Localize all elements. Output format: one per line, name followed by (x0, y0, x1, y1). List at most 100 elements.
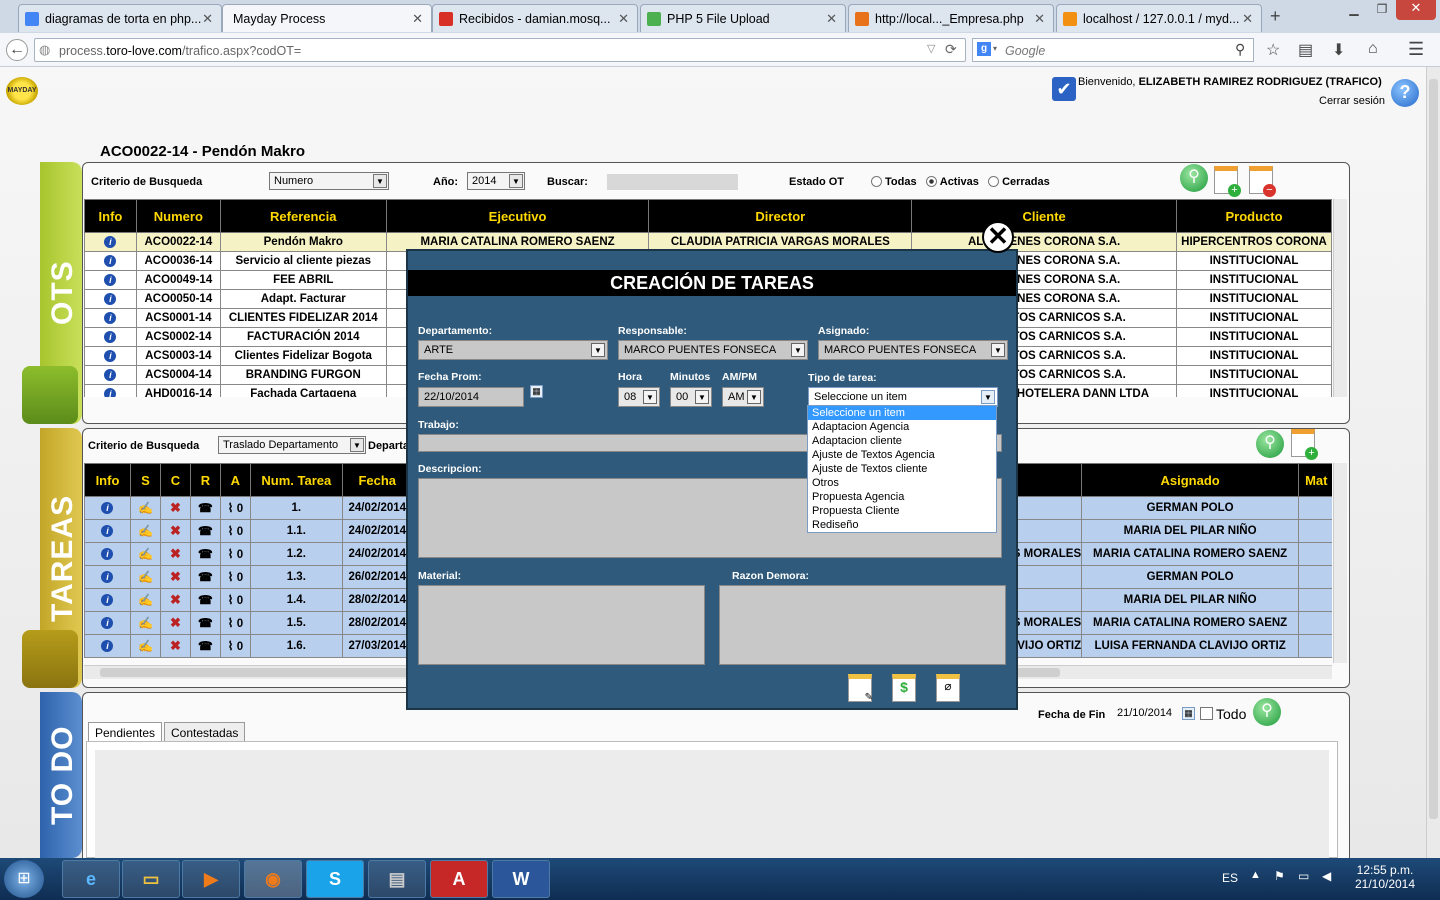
col-header[interactable]: Asignado (1081, 463, 1300, 497)
anio-select[interactable]: 2014 ▼ (467, 172, 525, 190)
info-icon[interactable]: i (101, 502, 114, 514)
col-header[interactable]: Producto (1176, 199, 1332, 233)
dropdown-option[interactable]: Adaptacion Agencia (808, 420, 996, 434)
dropdown-option[interactable]: Propuesta Agencia (808, 490, 996, 504)
ots-scrollbar[interactable] (1333, 199, 1347, 397)
info-icon[interactable]: i (104, 293, 117, 305)
download-icon[interactable]: ⬇ (1332, 40, 1345, 60)
paperclip-icon[interactable]: ⌇ (228, 547, 234, 561)
reload-icon[interactable]: ⟳ (945, 41, 957, 58)
close-tab-icon[interactable]: ✕ (202, 11, 213, 27)
media-player-icon[interactable]: ▶ (182, 860, 240, 898)
side-tab-todo[interactable]: TO DO (40, 692, 82, 858)
browser-tab[interactable]: http://local..._Empresa.php ✕ (848, 4, 1054, 32)
dropdown-option[interactable]: Rediseño (808, 518, 996, 532)
todo-checkbox[interactable] (1200, 707, 1213, 720)
paperclip-icon[interactable]: ⌇ (228, 616, 234, 630)
delete-icon[interactable]: ✖ (170, 523, 181, 538)
cost-icon[interactable]: $ (892, 674, 916, 702)
info-icon[interactable]: i (101, 571, 114, 583)
dropdown-option[interactable]: Seleccione un item (808, 406, 996, 420)
close-tab-icon[interactable]: ✕ (618, 11, 629, 27)
reassign-icon[interactable]: ☎ (198, 639, 213, 653)
tipo-select[interactable]: Seleccione un item ▼ (808, 387, 998, 407)
asignado-select[interactable]: MARCO PUENTES FONSECA ▼ (818, 340, 1008, 360)
ampm-select[interactable]: AM ▼ (722, 387, 764, 407)
search-button[interactable]: ⚲ (1253, 698, 1281, 726)
reassign-icon[interactable]: ☎ (198, 524, 213, 538)
back-arrow-icon[interactable]: ← (6, 39, 28, 61)
close-modal-button[interactable]: ✕ (982, 221, 1014, 253)
dropdown-option[interactable]: Ajuste de Textos Agencia (808, 448, 996, 462)
paperclip-icon[interactable]: ⌇ (228, 593, 234, 607)
remove-ot-icon[interactable]: − (1249, 166, 1276, 197)
start-button-icon[interactable]: ⊞ (4, 860, 44, 898)
reassign-icon[interactable]: ☎ (198, 570, 213, 584)
delete-icon[interactable]: ✖ (170, 615, 181, 630)
delete-icon[interactable]: ✖ (170, 592, 181, 607)
razon-textarea[interactable] (719, 585, 1006, 665)
browser-tab[interactable]: localhost / 127.0.0.1 / myd... ✕ (1056, 4, 1262, 32)
paperclip-icon[interactable]: ⌇ (228, 639, 234, 653)
edit-icon[interactable]: ✍ (138, 593, 153, 607)
show-hidden-icons[interactable]: ▲ (1250, 869, 1261, 881)
home-icon[interactable]: ⌂ (1368, 40, 1378, 58)
edit-icon[interactable]: ✍ (138, 639, 153, 653)
search-icon[interactable]: ⚲ (1235, 41, 1245, 58)
fecha-input[interactable]: 22/10/2014 (418, 387, 524, 407)
hora-select[interactable]: 08 ▼ (618, 387, 660, 407)
paperclip-icon[interactable]: ⌇ (228, 501, 234, 515)
delete-icon[interactable]: ✖ (170, 546, 181, 561)
radio-todas[interactable] (871, 176, 882, 187)
info-icon[interactable]: i (101, 594, 114, 606)
edit-icon[interactable]: ✍ (138, 501, 153, 515)
dropdown-option[interactable]: Otros (808, 476, 996, 490)
paperclip-icon[interactable]: ⌇ (228, 524, 234, 538)
col-header[interactable]: Num. Tarea (249, 463, 343, 497)
info-icon[interactable]: i (104, 255, 117, 267)
reassign-icon[interactable]: ☎ (198, 593, 213, 607)
info-icon[interactable]: i (104, 350, 117, 362)
reassign-icon[interactable]: ☎ (198, 616, 213, 630)
explorer-icon[interactable]: ▭ (122, 860, 180, 898)
col-header[interactable]: Numero (135, 199, 221, 233)
minutos-select[interactable]: 00 ▼ (670, 387, 712, 407)
info-icon[interactable]: i (104, 236, 117, 248)
add-ot-icon[interactable]: + (1214, 166, 1241, 197)
criterio-select[interactable]: Numero ▼ (269, 172, 389, 190)
info-icon[interactable]: i (104, 274, 117, 286)
browser-tab[interactable]: PHP 5 File Upload ✕ (640, 4, 846, 32)
col-header[interactable]: Mat (1298, 463, 1332, 497)
firefox-icon[interactable]: ◉ (244, 860, 302, 898)
info-icon[interactable]: i (101, 548, 114, 560)
material-textarea[interactable] (418, 585, 705, 665)
browser-tab[interactable]: diagramas de torta en php... ✕ (18, 4, 222, 32)
restore-icon[interactable]: ❐ (1368, 2, 1396, 16)
search-button[interactable]: ⚲ (1180, 164, 1208, 192)
responsable-select[interactable]: MARCO PUENTES FONSECA ▼ (618, 340, 808, 360)
dropdown-option[interactable]: Ajuste de Textos cliente (808, 462, 996, 476)
reassign-icon[interactable]: ☎ (198, 547, 213, 561)
info-icon[interactable]: i (104, 388, 117, 397)
page-scrollbar[interactable] (1426, 67, 1440, 858)
language-indicator[interactable]: ES (1222, 871, 1238, 885)
edit-icon[interactable]: ✍ (138, 616, 153, 630)
ots-tab-handle[interactable] (22, 366, 78, 424)
radio-activas[interactable] (925, 176, 937, 187)
edit-icon[interactable]: ✍ (138, 524, 153, 538)
calendar-icon[interactable]: ▦ (530, 385, 543, 398)
attach-icon[interactable]: ⌀ (936, 674, 960, 702)
dropdown-option[interactable]: Adaptacion cliente (808, 434, 996, 448)
info-icon[interactable]: i (101, 525, 114, 537)
bookmark-star-icon[interactable]: ☆ (1266, 40, 1280, 60)
search-button[interactable]: ⚲ (1256, 430, 1284, 458)
save-task-icon[interactable]: ✎ (848, 674, 873, 703)
minimize-icon[interactable]: ▁ (1340, 2, 1368, 16)
close-tab-icon[interactable]: ✕ (1034, 11, 1045, 27)
delete-icon[interactable]: ✖ (170, 569, 181, 584)
dropdown-option[interactable]: Propuesta Cliente (808, 504, 996, 518)
monitor-icon[interactable]: ▭ (1298, 869, 1309, 883)
info-icon[interactable]: i (101, 640, 114, 652)
radio-cerradas[interactable] (988, 176, 1000, 187)
close-tab-icon[interactable]: ✕ (826, 11, 837, 27)
